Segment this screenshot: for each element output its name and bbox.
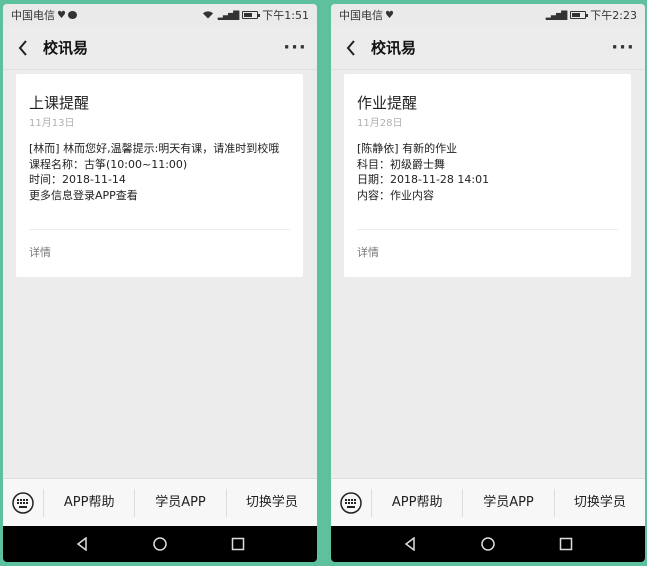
wifi-icon: [202, 9, 214, 22]
detail-link[interactable]: 详情: [357, 244, 379, 260]
menu-switch-student[interactable]: 切换学员: [225, 488, 317, 517]
card-divider: [357, 229, 618, 230]
signal-icon: ▂▄▆█: [217, 10, 240, 20]
back-arrow-icon[interactable]: [341, 38, 361, 58]
bottom-menu-bar: APP帮助 学员APP 切换学员: [331, 478, 645, 526]
back-triangle-icon[interactable]: [400, 534, 420, 554]
status-bar: 中国电信 ♥ ▂▄▆█ 下午2:23: [331, 4, 645, 26]
menu-student-app[interactable]: 学员APP: [462, 488, 553, 517]
card-title: 上课提醒: [29, 94, 90, 112]
phone-screen-left: 中国电信 ♥ ▂▄▆█ 下午1:51 校讯易 ··· 上课提醒 11月13日 […: [3, 4, 317, 562]
bottom-menu-bar: APP帮助 学员APP 切换学员: [3, 478, 317, 526]
home-circle-icon[interactable]: [478, 534, 498, 554]
detail-link[interactable]: 详情: [29, 244, 51, 260]
phone-screen-right: 中国电信 ♥ ▂▄▆█ 下午2:23 校讯易 ··· 作业提醒 11月28日 […: [331, 4, 645, 562]
heart-icon: ♥: [57, 9, 66, 21]
card-line: 日期：2018-11-28 14:01: [357, 173, 490, 186]
page-title: 校讯易: [43, 39, 89, 57]
carrier-label: 中国电信: [339, 9, 383, 22]
chat-bubble-icon: [67, 11, 77, 19]
recents-square-icon[interactable]: [556, 534, 576, 554]
message-area: 作业提醒 11月28日 [陈静依] 有新的作业 科目：初级爵士舞 日期：2018…: [331, 70, 645, 458]
message-area: 上课提醒 11月13日 [林而] 林而您好,温馨提示:明天有课，请准时到校哦 课…: [3, 70, 317, 458]
card-body: [林而] 林而您好,温馨提示:明天有课，请准时到校哦 课程名称：古筝(10:00…: [29, 141, 290, 203]
card-body: [陈静依] 有新的作业 科目：初级爵士舞 日期：2018-11-28 14:01…: [357, 141, 618, 203]
card-date: 11月13日: [29, 118, 75, 129]
heart-icon: ♥: [385, 9, 394, 21]
card-line: 更多信息登录APP查看: [29, 188, 138, 202]
home-circle-icon[interactable]: [150, 534, 170, 554]
card-title: 作业提醒: [357, 94, 418, 112]
status-time: 下午2:23: [590, 9, 637, 22]
android-nav-bar: [3, 526, 317, 562]
card-line: [陈静依] 有新的作业: [357, 142, 458, 155]
recents-square-icon[interactable]: [228, 534, 248, 554]
notification-card[interactable]: 作业提醒 11月28日 [陈静依] 有新的作业 科目：初级爵士舞 日期：2018…: [344, 74, 631, 277]
card-line: 课程名称：古筝(10:00~11:00): [29, 157, 188, 171]
card-line: 时间：2018-11-14: [29, 173, 126, 186]
screenshot-stage: 中国电信 ♥ ▂▄▆█ 下午1:51 校讯易 ··· 上课提醒 11月13日 […: [0, 0, 647, 566]
keyboard-icon[interactable]: [3, 491, 43, 514]
signal-icon: ▂▄▆█: [545, 10, 568, 20]
status-time: 下午1:51: [262, 9, 309, 22]
carrier-label: 中国电信: [11, 9, 55, 22]
menu-app-help[interactable]: APP帮助: [371, 488, 462, 517]
more-options-icon[interactable]: ···: [611, 37, 635, 58]
menu-switch-student[interactable]: 切换学员: [553, 488, 645, 517]
battery-icon: [242, 11, 261, 19]
more-options-icon[interactable]: ···: [283, 37, 307, 58]
menu-student-app[interactable]: 学员APP: [134, 488, 225, 517]
card-line: 科目：初级爵士舞: [357, 157, 445, 171]
card-divider: [29, 229, 290, 230]
back-arrow-icon[interactable]: [13, 38, 33, 58]
nav-bar: 校讯易 ···: [3, 26, 317, 70]
keyboard-icon[interactable]: [331, 491, 371, 514]
page-title: 校讯易: [371, 39, 417, 57]
battery-icon: [570, 11, 589, 19]
status-bar: 中国电信 ♥ ▂▄▆█ 下午1:51: [3, 4, 317, 26]
back-triangle-icon[interactable]: [72, 534, 92, 554]
notification-card[interactable]: 上课提醒 11月13日 [林而] 林而您好,温馨提示:明天有课，请准时到校哦 课…: [16, 74, 303, 277]
nav-bar: 校讯易 ···: [331, 26, 645, 70]
android-nav-bar: [331, 526, 645, 562]
menu-app-help[interactable]: APP帮助: [43, 488, 134, 517]
card-date: 11月28日: [357, 118, 403, 129]
card-line: 内容：作业内容: [357, 188, 434, 202]
card-line: [林而] 林而您好,温馨提示:明天有课，请准时到校哦: [29, 142, 280, 155]
